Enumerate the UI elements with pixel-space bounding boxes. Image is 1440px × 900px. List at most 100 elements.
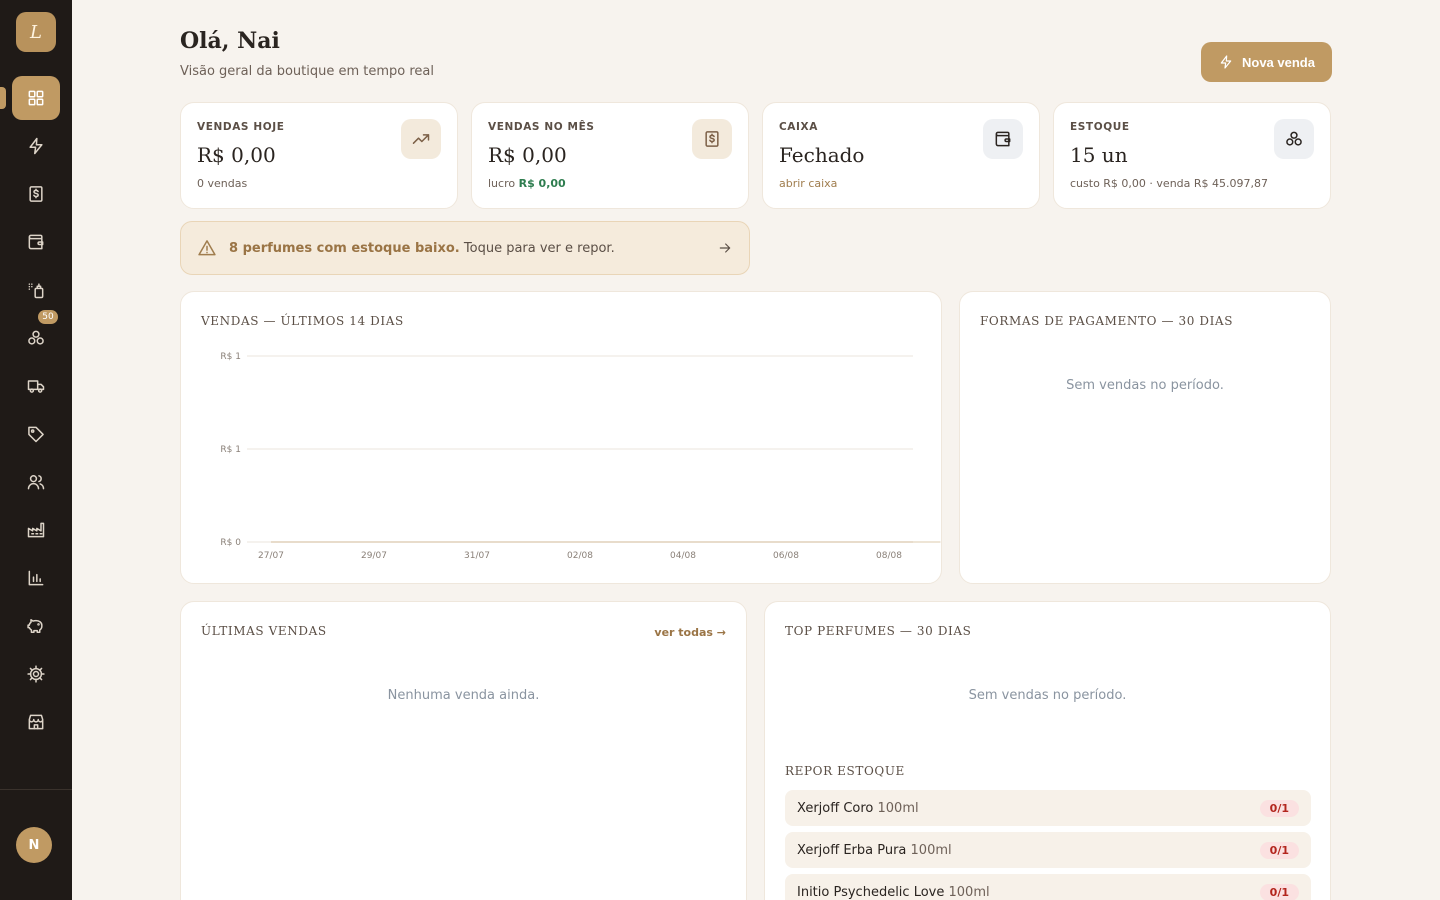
perfume-size: 100ml <box>877 800 919 816</box>
payment-methods-empty: Sem vendas no período. <box>1066 378 1224 393</box>
stock-boxes-icon <box>1286 131 1302 146</box>
dashboard-icon <box>28 90 44 106</box>
perfume-name: Xerjoff Coro <box>797 800 874 816</box>
nav-delivery[interactable] <box>12 364 60 408</box>
perfume-spray-icon <box>28 283 44 299</box>
low-stock-alert[interactable]: 8 perfumes com estoque baixo. Toque para… <box>180 221 750 275</box>
wallet-icon <box>28 234 44 250</box>
profit-value: R$ 0,00 <box>518 177 566 190</box>
top-perfumes-empty: Sem vendas no período. <box>968 688 1127 703</box>
stat-card-cash[interactable]: CAIXA Fechado abrir caixa <box>762 102 1040 209</box>
nav-store[interactable] <box>12 700 60 744</box>
sidebar: L 50 N <box>0 0 72 900</box>
sidebar-divider <box>0 789 72 790</box>
nav-promotions[interactable] <box>12 412 60 456</box>
restock-item[interactable]: Xerjoff Coro 100ml 0/1 <box>785 790 1311 826</box>
last-sales-title: ÚLTIMAS VENDAS <box>201 624 327 638</box>
sales-chart-svg: R$ 1 R$ 1 R$ 0 27/07 29/07 31/07 02/08 04/08 06/… <box>220 352 941 561</box>
stat-label: CAIXA <box>779 121 818 133</box>
stat-card-sales-month[interactable]: VENDAS NO MÊS R$ 0,00 lucro R$ 0,00 <box>471 102 749 209</box>
user-avatar[interactable]: N <box>16 827 52 863</box>
stock-count-badge: 0/1 <box>1259 883 1299 900</box>
payment-methods-card: FORMAS DE PAGAMENTO — 30 DIAS Sem vendas… <box>959 291 1331 584</box>
page-subtitle: Visão geral da boutique em tempo real <box>180 64 435 79</box>
y-tick-label: R$ 1 <box>220 445 241 455</box>
sales-chart: R$ 1 R$ 1 R$ 0 27/07 29/07 31/07 02/08 04/08 06/… <box>181 292 943 585</box>
users-icon <box>27 475 45 490</box>
stat-value: Fechado <box>779 143 865 167</box>
truck-icon <box>27 380 45 393</box>
open-cash-link[interactable]: abrir caixa <box>779 177 837 190</box>
last-sales-card: ÚLTIMAS VENDAS ver todas → Nenhuma venda… <box>180 601 747 900</box>
sales-chart-card: VENDAS — ÚLTIMOS 14 DIAS R$ 1 R$ 1 R$ 0 27/… <box>180 291 942 584</box>
new-sale-button[interactable]: Nova venda <box>1201 42 1332 82</box>
x-tick-label: 06/08 <box>773 551 799 561</box>
stat-card-stock[interactable]: ESTOQUE 15 un custo R$ 0,00 · venda R$ 4… <box>1053 102 1331 209</box>
nav-customers[interactable] <box>12 460 60 504</box>
stat-label: ESTOQUE <box>1070 121 1130 133</box>
stat-icon-box <box>692 119 732 159</box>
gear-icon <box>27 665 45 683</box>
stat-sub: lucro R$ 0,00 <box>488 177 566 190</box>
active-nav-marker <box>0 87 6 109</box>
wallet-icon <box>995 131 1011 147</box>
lightning-icon <box>29 137 43 155</box>
stat-icon-box <box>983 119 1023 159</box>
nav-suppliers[interactable] <box>12 508 60 552</box>
nav-stock[interactable]: 50 <box>12 310 60 360</box>
piggy-bank-icon <box>27 619 43 633</box>
nav-quick-sale[interactable] <box>12 124 60 168</box>
stat-label: VENDAS HOJE <box>197 121 285 133</box>
money-receipt-icon <box>705 131 719 147</box>
money-receipt-icon <box>29 186 43 202</box>
profit-label: lucro <box>488 177 516 190</box>
app-logo[interactable]: L <box>16 12 56 52</box>
nav-finance[interactable] <box>12 604 60 648</box>
x-tick-label: 04/08 <box>670 551 696 561</box>
see-all-sales-link[interactable]: ver todas → <box>654 626 726 639</box>
y-tick-label: R$ 1 <box>220 352 241 362</box>
restock-item-name: Initio Psychedelic Love 100ml <box>797 885 990 900</box>
stat-value: R$ 0,00 <box>488 143 567 167</box>
restock-item-name: Xerjoff Erba Pura 100ml <box>797 843 952 858</box>
nav-cash[interactable] <box>12 220 60 264</box>
stat-value: R$ 0,00 <box>197 143 276 167</box>
x-tick-label: 29/07 <box>361 551 387 561</box>
stat-sub: custo R$ 0,00 · venda R$ 45.097,87 <box>1070 177 1268 190</box>
stat-card-sales-today[interactable]: VENDAS HOJE R$ 0,00 0 vendas <box>180 102 458 209</box>
restock-item[interactable]: Xerjoff Erba Pura 100ml 0/1 <box>785 832 1311 868</box>
nav-reports[interactable] <box>12 556 60 600</box>
alert-strong-text: 8 perfumes com estoque baixo. <box>229 240 460 256</box>
tag-icon <box>28 426 44 443</box>
perfume-name: Xerjoff Erba Pura <box>797 842 907 858</box>
nav-sales[interactable] <box>12 172 60 216</box>
lightning-icon <box>1220 55 1232 69</box>
x-tick-label: 08/08 <box>876 551 902 561</box>
nav-settings[interactable] <box>12 652 60 696</box>
nav-dashboard[interactable] <box>12 76 60 120</box>
perfume-name: Initio Psychedelic Love <box>797 884 945 900</box>
top-perfumes-card: TOP PERFUMES — 30 DIAS Sem vendas no per… <box>764 601 1331 900</box>
restock-item-name: Xerjoff Coro 100ml <box>797 801 919 816</box>
perfume-size: 100ml <box>910 842 952 858</box>
x-tick-label: 27/07 <box>258 551 284 561</box>
nav-perfumes[interactable] <box>12 268 60 312</box>
perfume-size: 100ml <box>948 884 990 900</box>
x-tick-label: 02/08 <box>567 551 593 561</box>
restock-item[interactable]: Initio Psychedelic Love 100ml 0/1 <box>785 874 1311 900</box>
factory-icon <box>27 522 45 538</box>
stat-sub: 0 vendas <box>197 177 248 190</box>
new-sale-label: Nova venda <box>1242 54 1315 70</box>
stat-value: 15 un <box>1070 143 1128 167</box>
page-title: Olá, Nai <box>180 28 280 54</box>
x-tick-label: 31/07 <box>464 551 490 561</box>
store-icon <box>28 714 44 730</box>
alert-body-text: Toque para ver e repor. <box>463 240 615 256</box>
y-tick-label: R$ 0 <box>220 538 241 548</box>
bar-chart-icon <box>28 570 44 586</box>
arrow-right-icon <box>719 243 731 253</box>
top-perfumes-title: TOP PERFUMES — 30 DIAS <box>785 624 972 638</box>
stat-label: VENDAS NO MÊS <box>488 121 595 133</box>
last-sales-empty: Nenhuma venda ainda. <box>387 688 540 703</box>
restock-title: REPOR ESTOQUE <box>785 764 905 778</box>
